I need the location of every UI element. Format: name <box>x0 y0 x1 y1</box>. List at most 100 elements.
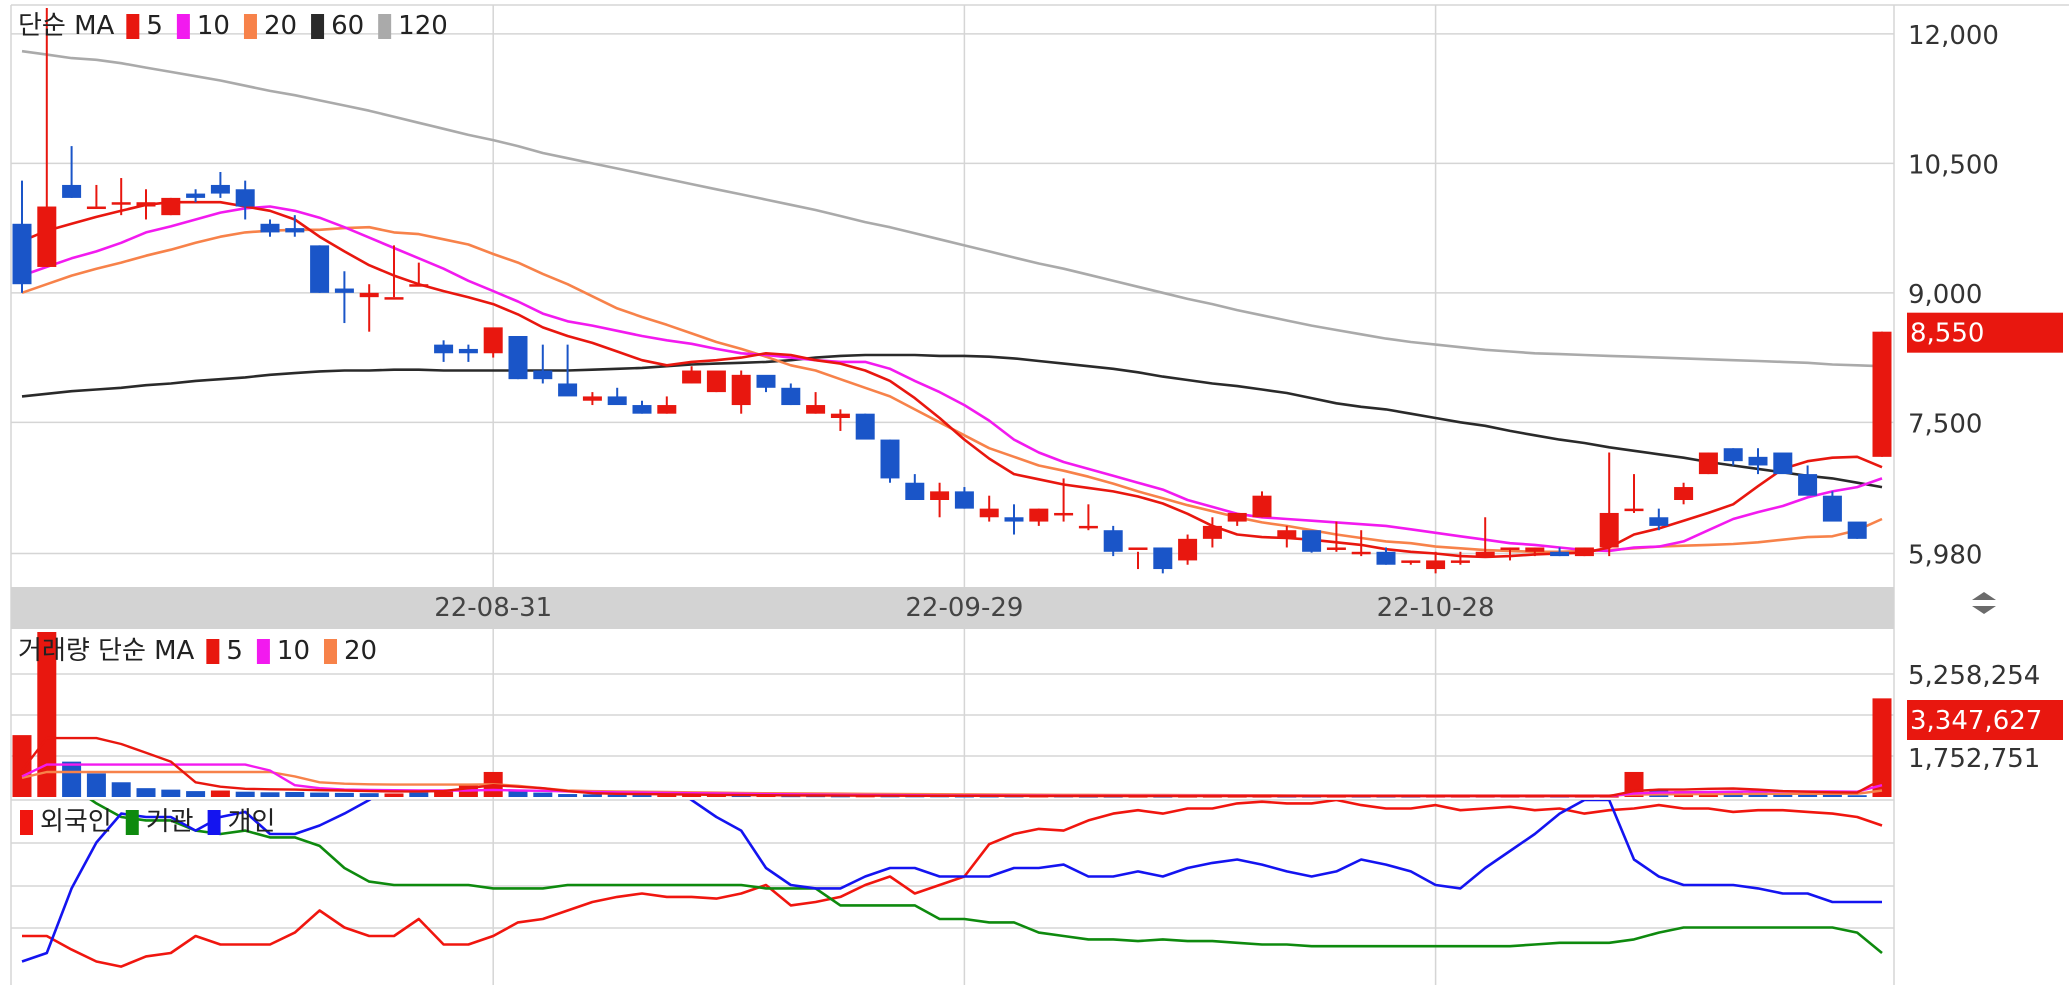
candle-body <box>409 284 429 287</box>
candle-body <box>781 387 801 406</box>
price-tick-label: 9,000 <box>1908 280 1982 310</box>
chart-canvas[interactable]: 12,000 10,500 9,000 7,500 5,980 8,550 22-08-31… <box>0 0 2069 985</box>
ma-line-120 <box>21 49 1883 368</box>
candle-body <box>1822 495 1842 522</box>
volume-bar <box>1847 795 1867 797</box>
candle <box>434 340 454 362</box>
volume-ma-line-10 <box>21 763 1883 798</box>
price-tick-label: 10,500 <box>1908 150 1999 180</box>
candle <box>1004 504 1024 535</box>
candle <box>186 189 206 203</box>
date-tick-label: 22-09-29 <box>905 593 1023 623</box>
candlestick-series <box>12 8 1892 574</box>
candle-body <box>458 348 478 354</box>
candle <box>582 392 602 406</box>
legend-swatch <box>126 14 140 39</box>
volume-bar <box>359 793 379 797</box>
candle <box>1252 491 1272 518</box>
candle-body <box>334 288 354 293</box>
candle-body <box>1153 547 1173 570</box>
legend-swatch <box>256 639 270 664</box>
candle <box>136 189 156 220</box>
candle-body <box>86 206 106 210</box>
resize-handle-icon[interactable] <box>1972 592 1996 614</box>
candle <box>1128 547 1148 570</box>
candle-body <box>1401 560 1421 563</box>
legend-title: 단순 MA <box>18 11 115 41</box>
candle-body <box>1029 508 1049 522</box>
candle <box>334 271 354 324</box>
candle-body <box>706 370 726 393</box>
candle <box>1798 465 1818 496</box>
candle-body <box>359 292 379 298</box>
candle-body <box>1500 547 1520 550</box>
price-tick-label: 5,980 <box>1908 541 1982 571</box>
last-price-label: 8,550 <box>1910 319 1984 349</box>
candle-body <box>1426 560 1446 570</box>
legend-swatch <box>206 639 220 664</box>
candle <box>1401 560 1421 565</box>
candle <box>37 8 57 267</box>
candle-body <box>830 413 850 418</box>
volume-bar <box>111 782 131 797</box>
candle-body <box>1450 560 1470 563</box>
legend-swatch <box>125 810 139 835</box>
volume-bar <box>533 792 553 797</box>
candle <box>1872 331 1892 457</box>
candle-body <box>1574 547 1594 557</box>
date-tick-label: 22-08-31 <box>434 593 552 623</box>
volume-tick-label: 1,752,751 <box>1908 744 2040 774</box>
volume-bar <box>384 793 404 797</box>
candle-body <box>1202 525 1222 539</box>
legend-swatch <box>311 14 325 39</box>
legend-label: 20 <box>344 636 377 666</box>
candle-body <box>930 491 950 500</box>
legend-label: 10 <box>197 11 230 41</box>
candle <box>1773 452 1793 475</box>
candle <box>607 387 627 406</box>
candle <box>1674 482 1694 505</box>
candle-body <box>1723 448 1743 462</box>
candle <box>210 172 230 198</box>
volume-moving-averages <box>21 736 1883 798</box>
candle <box>1227 512 1247 526</box>
candle <box>235 180 255 220</box>
volume-ma-line-20 <box>21 770 1883 797</box>
volume-bar <box>235 791 255 797</box>
volume-bar <box>409 792 429 797</box>
candle-body <box>1698 452 1718 475</box>
candle-body <box>1624 508 1644 512</box>
candle-body <box>1649 517 1669 526</box>
investor-line-기관 <box>89 800 1883 955</box>
candle-body <box>260 223 280 233</box>
price-tick-label: 7,500 <box>1908 409 1982 439</box>
candle-body <box>806 405 826 414</box>
candle <box>855 413 875 440</box>
volume-bar <box>285 791 305 797</box>
candle <box>86 184 106 210</box>
volume-bar <box>12 735 32 797</box>
candle-body <box>1351 551 1371 555</box>
candle <box>458 344 478 362</box>
candle-body <box>682 370 702 384</box>
candle <box>682 366 702 384</box>
volume-tick-label: 5,258,254 <box>1908 661 2040 691</box>
candle-body <box>558 383 578 397</box>
candle-body <box>1872 331 1892 457</box>
candle <box>830 409 850 431</box>
stock-chart: 12,000 10,500 9,000 7,500 5,980 8,550 22-08-31… <box>0 0 2069 985</box>
volume-bar <box>136 788 156 797</box>
candle <box>161 197 181 216</box>
candle-body <box>1773 452 1793 475</box>
legend-swatch <box>20 810 33 835</box>
candle-body <box>1128 547 1148 550</box>
volume-bar <box>260 792 280 797</box>
candle-body <box>12 223 32 285</box>
candle-body <box>1252 495 1272 518</box>
volume-ma-line-5 <box>21 736 1883 798</box>
candle <box>1029 508 1049 526</box>
candle-body <box>1277 530 1297 539</box>
candle <box>1574 547 1594 557</box>
ma-line-10 <box>21 205 1883 553</box>
candle-body <box>954 491 974 509</box>
